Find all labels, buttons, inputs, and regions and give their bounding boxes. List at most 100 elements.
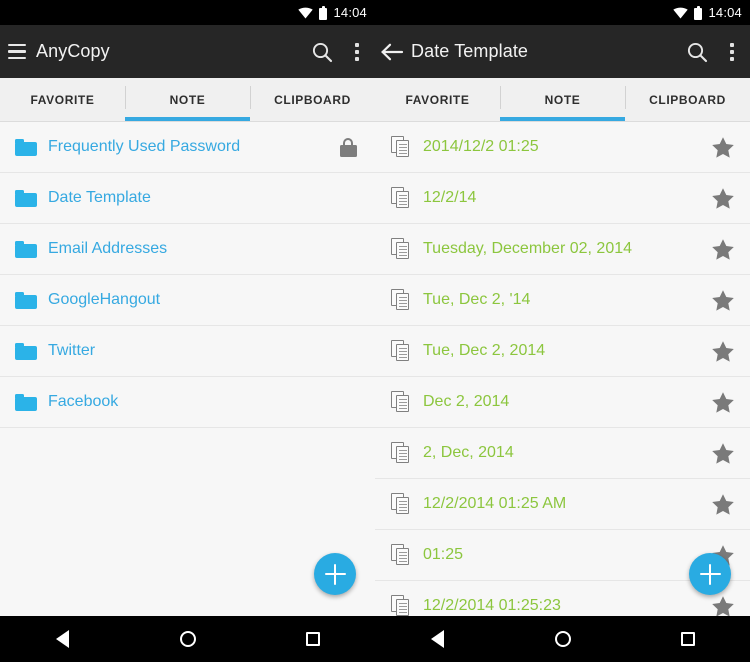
hamburger-icon[interactable]	[4, 39, 30, 65]
list-item-label: 01:25	[423, 546, 464, 563]
copy-document-icon	[387, 391, 415, 413]
note-list: 2014/12/2 01:25 12/2/14 Tuesday, December …	[375, 122, 750, 616]
tab-clipboard[interactable]: CLIPBOARD	[625, 78, 750, 121]
list-item[interactable]: Twitter	[0, 326, 375, 377]
add-fab-button[interactable]	[689, 553, 731, 595]
back-triangle-icon	[56, 630, 69, 648]
app-bar-actions	[686, 41, 740, 63]
list-item-label: Email Addresses	[48, 240, 168, 257]
search-icon[interactable]	[686, 41, 708, 63]
star-icon[interactable]	[710, 442, 736, 465]
list-item-label: Facebook	[48, 393, 119, 410]
folder-list: Frequently Used Password Date Template E…	[0, 122, 375, 616]
tab-bar: FAVORITE NOTE CLIPBOARD	[0, 78, 375, 122]
dual-screenshot-container: 14:04 AnyCopy FAVORITE NOTE CLIPBOARD Fr…	[0, 0, 750, 662]
status-clock: 14:04	[708, 5, 742, 20]
plus-icon-vertical	[333, 563, 337, 585]
back-arrow-icon[interactable]	[379, 39, 405, 65]
app-bar-actions	[311, 41, 365, 63]
back-triangle-icon	[431, 630, 444, 648]
status-bar: 14:04	[0, 0, 375, 25]
list-item[interactable]: GoogleHangout	[0, 275, 375, 326]
status-icons: 14:04	[298, 5, 367, 20]
star-icon[interactable]	[710, 187, 736, 210]
list-item[interactable]: Email Addresses	[0, 224, 375, 275]
tab-bar: FAVORITE NOTE CLIPBOARD	[375, 78, 750, 122]
copy-document-icon	[387, 544, 415, 566]
status-icons: 14:04	[673, 5, 742, 20]
nav-recents-button[interactable]	[285, 616, 341, 662]
overflow-menu-icon[interactable]	[349, 41, 365, 63]
star-icon[interactable]	[710, 340, 736, 363]
star-icon[interactable]	[710, 238, 736, 261]
nav-home-button[interactable]	[160, 616, 216, 662]
copy-document-icon	[387, 289, 415, 311]
app-bar: AnyCopy	[0, 25, 375, 78]
list-item[interactable]: Dec 2, 2014	[375, 377, 750, 428]
add-fab-button[interactable]	[314, 553, 356, 595]
folder-icon	[12, 189, 40, 207]
star-icon[interactable]	[710, 289, 736, 312]
page-title: Date Template	[411, 41, 529, 61]
list-item-label: Tue, Dec 2, 2014	[423, 342, 546, 359]
list-item[interactable]: 2, Dec, 2014	[375, 428, 750, 479]
app-bar: Date Template	[375, 25, 750, 78]
list-item-label: Twitter	[48, 342, 96, 359]
tab-note[interactable]: NOTE	[125, 78, 250, 121]
list-item-label: 2014/12/2 01:25	[423, 138, 539, 155]
system-navigation-bar	[0, 616, 375, 662]
battery-icon	[319, 5, 328, 20]
nav-home-button[interactable]	[535, 616, 591, 662]
recents-square-icon	[680, 632, 695, 646]
folder-icon	[12, 393, 40, 411]
list-item-label: 2, Dec, 2014	[423, 444, 514, 461]
nav-back-button[interactable]	[35, 616, 91, 662]
list-item-label: Tue, Dec 2, '14	[423, 291, 531, 308]
list-item[interactable]: Tue, Dec 2, 2014	[375, 326, 750, 377]
copy-document-icon	[387, 238, 415, 260]
nav-recents-button[interactable]	[660, 616, 716, 662]
home-circle-icon	[179, 631, 196, 647]
list-item[interactable]: 12/2/2014 01:25 AM	[375, 479, 750, 530]
plus-icon-vertical	[708, 563, 712, 585]
star-icon[interactable]	[710, 391, 736, 414]
wifi-icon	[673, 7, 689, 19]
tab-note[interactable]: NOTE	[500, 78, 625, 121]
list-item[interactable]: 12/2/14	[375, 173, 750, 224]
list-item-label: Date Template	[48, 189, 151, 206]
list-item[interactable]: Tuesday, December 02, 2014	[375, 224, 750, 275]
list-item-label: 12/2/2014 01:25:23	[423, 597, 561, 614]
battery-icon	[694, 5, 703, 20]
folder-icon	[12, 342, 40, 360]
tab-clipboard[interactable]: CLIPBOARD	[250, 78, 375, 121]
status-bar: 14:04	[375, 0, 750, 25]
list-item-label: 12/2/2014 01:25 AM	[423, 495, 567, 512]
folder-icon	[12, 240, 40, 258]
folder-icon	[12, 291, 40, 309]
list-item-label: 12/2/14	[423, 189, 477, 206]
copy-document-icon	[387, 340, 415, 362]
list-item[interactable]: Facebook	[0, 377, 375, 428]
list-item-label: Frequently Used Password	[48, 138, 241, 155]
overflow-menu-icon[interactable]	[724, 41, 740, 63]
list-item[interactable]: Tue, Dec 2, '14	[375, 275, 750, 326]
copy-document-icon	[387, 187, 415, 209]
list-item-label: GoogleHangout	[48, 291, 161, 308]
copy-document-icon	[387, 442, 415, 464]
star-icon[interactable]	[710, 493, 736, 516]
list-item[interactable]: 2014/12/2 01:25	[375, 122, 750, 173]
nav-back-button[interactable]	[410, 616, 466, 662]
wifi-icon	[298, 7, 314, 19]
tab-favorite[interactable]: FAVORITE	[0, 78, 125, 121]
star-icon[interactable]	[710, 595, 736, 616]
page-title: AnyCopy	[36, 41, 110, 61]
star-icon[interactable]	[710, 136, 736, 159]
search-icon[interactable]	[311, 41, 333, 63]
status-clock: 14:04	[333, 5, 367, 20]
recents-square-icon	[305, 632, 320, 646]
tab-favorite[interactable]: FAVORITE	[375, 78, 500, 121]
list-item[interactable]: Date Template	[0, 173, 375, 224]
copy-document-icon	[387, 493, 415, 515]
list-item-label: Dec 2, 2014	[423, 393, 510, 410]
list-item[interactable]: Frequently Used Password	[0, 122, 375, 173]
